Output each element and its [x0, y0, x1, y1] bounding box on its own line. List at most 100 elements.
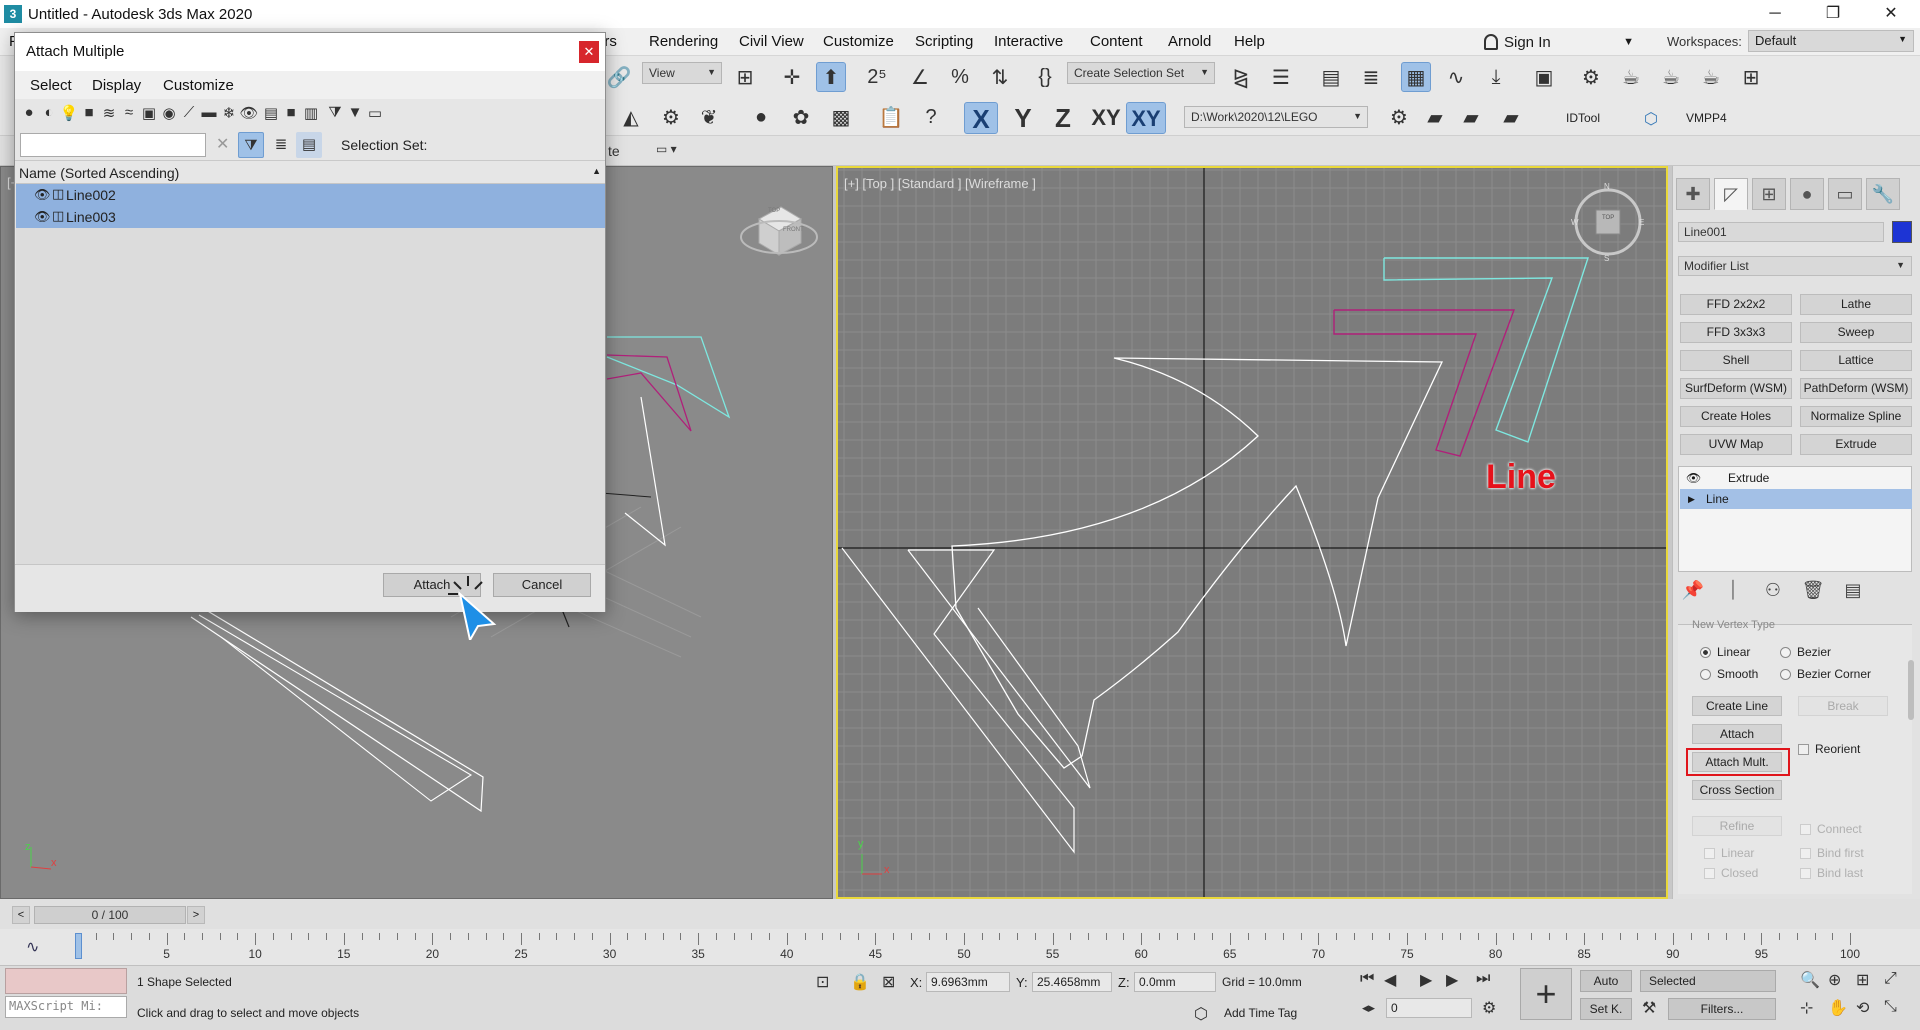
z-coordinate-field[interactable]: 0.0mm [1134, 972, 1216, 992]
display-lights-icon[interactable]: 💡 [59, 104, 79, 122]
select-object-icon[interactable]: ⬆ [816, 62, 846, 92]
ribbon-dropdown-icon[interactable]: ▭ ▾ [656, 142, 677, 156]
constrain-xy-button[interactable]: XY [1086, 102, 1126, 134]
rendered-frame-icon[interactable]: ☕ [1616, 62, 1646, 92]
edit-named-selection-icon[interactable]: {} [1030, 62, 1060, 92]
layers-tool-icon[interactable]: ▰ [1456, 102, 1486, 132]
pan-icon[interactable]: ✋ [1828, 998, 1848, 1018]
reference-coordinate-dropdown[interactable]: View [642, 62, 722, 84]
object-list-header[interactable]: Name (Sorted Ascending) ▲ [16, 162, 605, 184]
utilities-tab-icon[interactable]: 🔧 [1866, 178, 1900, 210]
move-icon[interactable]: ✛ [777, 62, 807, 92]
key-mode-icon[interactable]: ◂▸ [1362, 1000, 1375, 1016]
closed-checkbox[interactable]: Closed [1704, 866, 1758, 880]
field-of-view-icon[interactable]: ⊹ [1800, 998, 1813, 1018]
curve-editor-mini-icon[interactable]: ∿ [26, 937, 39, 957]
render-iterative-icon[interactable]: ☕ [1696, 62, 1726, 92]
time-cursor[interactable] [75, 933, 82, 959]
project-path-dropdown[interactable]: D:\Work\2020\12\LEGO [1184, 106, 1368, 128]
dialog-menu-display[interactable]: Display [92, 77, 141, 94]
vmpp4-button[interactable]: VMPP4 [1686, 111, 1727, 125]
schematic-view-icon[interactable]: ⤓ [1481, 62, 1511, 92]
create-selection-set-dropdown[interactable]: Create Selection Set [1067, 62, 1215, 84]
time-config-icon[interactable]: ⚙ [1482, 998, 1496, 1018]
top-viewport-label[interactable]: [+] [Top ] [Standard ] [Wireframe ] [844, 176, 1036, 191]
menu-help[interactable]: Help [1234, 33, 1265, 50]
absolute-mode-icon[interactable]: ⊠ [882, 972, 895, 992]
render-setup-icon[interactable]: ⚙ [1576, 62, 1606, 92]
motion-tab-icon[interactable]: ● [1790, 178, 1824, 210]
clear-search-icon[interactable]: ✕ [216, 134, 229, 154]
next-frame-icon[interactable]: ▶ [1446, 970, 1458, 990]
scene-explorer-icon[interactable]: ▤ [1316, 62, 1346, 92]
filter-toggle-icon[interactable]: ⧩ [238, 132, 264, 158]
key-tangent-icon[interactable]: ⚒ [1642, 998, 1656, 1018]
render-box-icon[interactable]: ▩ [826, 102, 856, 132]
list-item-line003[interactable]: 👁 ◫ Line003 [16, 206, 605, 228]
menu-customize[interactable]: Customize [823, 33, 894, 50]
display-hidden-icon[interactable]: 👁 [239, 104, 259, 122]
menu-scripting[interactable]: Scripting [915, 33, 973, 50]
selection-lock-icon[interactable]: 🔒 [850, 972, 870, 992]
funnel-icon[interactable]: ⧩ [325, 104, 345, 121]
display-xrefs-icon[interactable]: ◉ [159, 104, 179, 122]
modify-tab-icon[interactable]: ◸ [1714, 178, 1748, 210]
plant-icon[interactable]: ❦ [694, 102, 724, 132]
expand-arrow-icon[interactable]: ▶ [1688, 489, 1695, 509]
modifier-lathe-button[interactable]: Lathe [1800, 294, 1912, 315]
eye-icon[interactable]: 👁 [1686, 468, 1701, 488]
render-grid-icon[interactable]: ⊞ [1736, 62, 1766, 92]
stack-item-extrude[interactable]: 👁 Extrude [1680, 468, 1912, 488]
vertex-type-bezier-radio[interactable]: Bezier [1780, 645, 1831, 659]
top-viewport[interactable]: [+] [Top ] [Standard ] [Wireframe ] TOP … [836, 166, 1668, 899]
modifier-ffd-3x3x3-button[interactable]: FFD 3x3x3 [1680, 322, 1792, 343]
constrain-z-button[interactable]: Z [1046, 102, 1080, 134]
workspaces-dropdown[interactable]: Default [1748, 30, 1914, 52]
add-time-tag-label[interactable]: Add Time Tag [1224, 1006, 1297, 1020]
display-frozen-icon[interactable]: ❄ [219, 104, 239, 122]
menu-interactive[interactable]: Interactive [994, 33, 1063, 50]
go-to-start-icon[interactable]: ⏮ [1360, 970, 1374, 988]
modifier-shell-button[interactable]: Shell [1680, 350, 1792, 371]
layers-icon[interactable]: ≣ [268, 132, 294, 158]
clipboard-icon[interactable]: 📋 [876, 102, 906, 132]
key-filter-dropdown[interactable]: Selected [1640, 970, 1776, 992]
configure-modifier-sets-icon[interactable]: ▤ [1840, 580, 1866, 601]
maxscript-mini-listener[interactable]: MAXScript Mi: [5, 996, 127, 1018]
time-tag-icon[interactable]: ⬡ [1194, 1004, 1208, 1024]
menu-arnold[interactable]: Arnold [1168, 33, 1211, 50]
zoom-extents-icon[interactable]: ⊞ [1856, 970, 1869, 990]
object-color-swatch[interactable] [1892, 221, 1912, 243]
bind-first-checkbox[interactable]: Bind first [1800, 846, 1864, 860]
percent-snap-icon[interactable]: % [945, 62, 975, 92]
ribbon-toggle-icon[interactable]: ▦ [1401, 62, 1431, 92]
snaps-toggle-icon[interactable]: 2⁵ [862, 62, 892, 92]
maximize-viewport-icon[interactable]: ⤡ [1884, 998, 1897, 1016]
linear-checkbox[interactable]: Linear [1704, 846, 1754, 860]
angle-snap-icon[interactable]: ∠ [905, 62, 935, 92]
y-coordinate-field[interactable]: 25.4658mm [1032, 972, 1112, 992]
eye-icon[interactable]: 👁 [34, 187, 51, 203]
layer-explorer-icon[interactable]: ≣ [1356, 62, 1386, 92]
geometry-icon[interactable]: ◭ [616, 102, 646, 132]
attach-button[interactable]: Attach [1692, 724, 1782, 744]
stack-item-line[interactable]: ▶ Line [1680, 489, 1912, 509]
vertex-type-linear-radio[interactable]: Linear [1700, 645, 1750, 659]
modifier-normalize-spline-button[interactable]: Normalize Spline [1800, 406, 1912, 427]
zoom-all-icon[interactable]: ⊕ [1828, 970, 1841, 990]
object-name-field[interactable]: Line001 [1678, 222, 1884, 242]
display-all-icon[interactable]: ▤ [261, 104, 281, 122]
orbit-icon[interactable]: ⟲ [1856, 998, 1869, 1018]
display-spacewarps-icon[interactable]: ≈ [119, 104, 139, 121]
time-slider[interactable]: 0 / 100 [34, 906, 186, 924]
close-icon[interactable]: ✕ [1862, 0, 1920, 28]
vertex-type-smooth-radio[interactable]: Smooth [1700, 667, 1758, 681]
bind-last-checkbox[interactable]: Bind last [1800, 866, 1863, 880]
selection-set-icon[interactable]: ▤ [296, 132, 322, 158]
modifier-ffd-2x2x2-button[interactable]: FFD 2x2x2 [1680, 294, 1792, 315]
sign-in-button[interactable]: Sign In ▼ [1484, 30, 1634, 54]
remove-modifier-icon[interactable]: 🗑 [1800, 580, 1826, 601]
render-icon[interactable]: ☕ [1656, 62, 1686, 92]
play-icon[interactable]: ▶ [1420, 970, 1432, 990]
command-panel-scrollbar[interactable] [1908, 660, 1914, 720]
